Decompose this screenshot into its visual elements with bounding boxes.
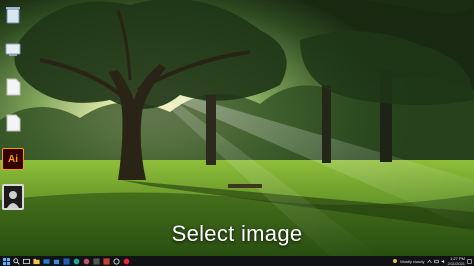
mail-icon[interactable] (42, 257, 50, 265)
recycle-bin-icon[interactable] (2, 4, 24, 26)
settings-icon[interactable] (112, 257, 120, 265)
opera-icon[interactable] (122, 257, 130, 265)
edge-icon[interactable] (72, 257, 80, 265)
adobe-illustrator-icon[interactable]: Ai (2, 148, 24, 170)
taskbar: Mostly cloudy 1:27 PM 2/11/2021 (0, 256, 474, 266)
weather-text[interactable]: Mostly cloudy (400, 259, 424, 264)
adobe-illustrator-label: Ai (8, 153, 18, 165)
clock[interactable]: 1:27 PM 2/11/2021 (448, 256, 466, 266)
volume-icon[interactable] (441, 259, 446, 264)
network-drive-icon[interactable] (2, 38, 24, 60)
blank-file-icon[interactable] (2, 76, 24, 98)
weather-icon[interactable] (392, 258, 398, 264)
store-icon[interactable] (52, 257, 60, 265)
system-tray: Mostly cloudy 1:27 PM 2/11/2021 (392, 256, 472, 266)
chevron-up-icon[interactable] (426, 259, 432, 264)
clock-date: 2/11/2021 (447, 261, 466, 266)
windows-start-icon[interactable] (2, 257, 10, 265)
notification-icon[interactable] (467, 258, 472, 264)
search-icon[interactable] (12, 257, 20, 265)
select-image-caption: Select image (171, 221, 303, 246)
word-icon[interactable] (62, 257, 70, 265)
blank-file-icon[interactable] (2, 112, 24, 134)
media-icon[interactable] (102, 257, 110, 265)
network-icon[interactable] (433, 259, 439, 264)
file-explorer-icon[interactable] (32, 257, 40, 265)
task-view-icon[interactable] (22, 257, 30, 265)
chrome-icon[interactable] (82, 257, 90, 265)
desktop-wallpaper (0, 0, 474, 256)
photos-icon[interactable] (92, 257, 100, 265)
photo-thumbnail-icon[interactable] (2, 184, 24, 210)
